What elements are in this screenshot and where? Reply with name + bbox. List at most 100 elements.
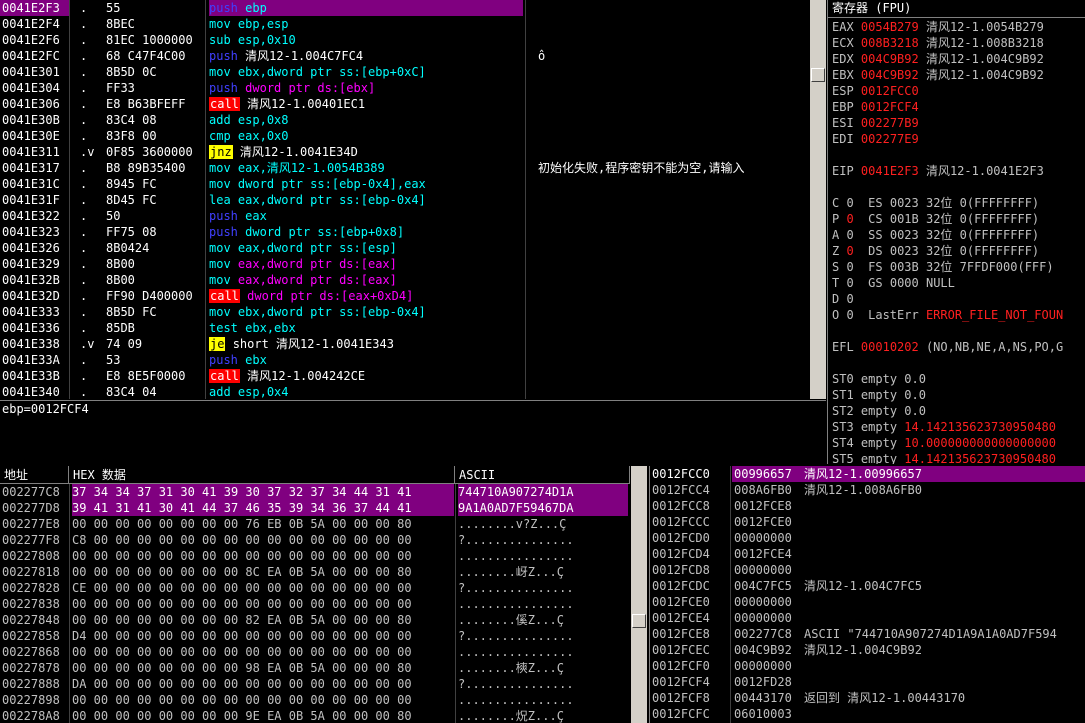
- disasm-row[interactable]: 0041E311 .v 0F85 3600000 jnz 清风12-1.0041E34…: [0, 144, 810, 160]
- dump-ascii[interactable]: ................: [458, 548, 628, 564]
- dump-hex[interactable]: CE 00 00 00 00 00 00 00 00 00 00 00 00 0…: [72, 580, 454, 596]
- stack-row[interactable]: 0012FCE4 00000000: [650, 610, 1085, 626]
- fpu-value[interactable]: 0.0: [904, 372, 926, 386]
- disasm-scrollbar[interactable]: [810, 0, 826, 399]
- dump-ascii[interactable]: ?...............: [458, 628, 628, 644]
- disasm-row[interactable]: 0041E336. 85DB test ebx,ebx: [0, 320, 810, 336]
- dump-hex[interactable]: 37 34 34 37 31 30 41 39 30 37 32 37 34 4…: [72, 484, 454, 500]
- dump-hex[interactable]: D4 00 00 00 00 00 00 00 00 00 00 00 00 0…: [72, 628, 454, 644]
- stack-row[interactable]: 0012FCDC 004C7FC5 清风12-1.004C7FC5: [650, 578, 1085, 594]
- stack-address[interactable]: 0012FCF4: [650, 674, 731, 690]
- disasm-address[interactable]: 0041E33B: [0, 368, 70, 384]
- stack-value[interactable]: 0012FCE4: [732, 546, 804, 562]
- disasm-row[interactable]: 0041E32B. 8B00 mov eax,dword ptr ds:[eax]: [0, 272, 810, 288]
- dump-scrollbar[interactable]: [631, 466, 647, 723]
- dump-address[interactable]: 00227828: [0, 580, 70, 596]
- disasm-address[interactable]: 0041E31C: [0, 176, 70, 192]
- dump-address[interactable]: 002278A8: [0, 708, 70, 723]
- dump-row[interactable]: 002277C8 37 34 34 37 31 30 41 39 30 37 32…: [0, 484, 630, 500]
- disasm-row[interactable]: 0041E306. E8 B63BFEFF call 清风12-1.00401EC1: [0, 96, 810, 112]
- dump-ascii[interactable]: ........炾Z...Ç: [458, 708, 628, 723]
- fpu-value[interactable]: 14.142135623730950480: [904, 452, 1056, 464]
- dump-hex[interactable]: 00 00 00 00 00 00 00 00 00 00 00 00 00 0…: [72, 644, 454, 660]
- dump-hex[interactable]: 00 00 00 00 00 00 00 00 00 00 00 00 00 0…: [72, 596, 454, 612]
- register-value[interactable]: 002277B9: [861, 116, 919, 130]
- dump-row[interactable]: 00227888 DA 00 00 00 00 00 00 00 00 00 00…: [0, 676, 630, 692]
- disasm-address[interactable]: 0041E33A: [0, 352, 70, 368]
- disasm-scroll-thumb[interactable]: [811, 68, 825, 82]
- register-edi[interactable]: EDI 002277E9: [832, 131, 1085, 147]
- register-value[interactable]: 008B3218: [861, 36, 919, 50]
- dump-address[interactable]: 002277E8: [0, 516, 70, 532]
- dump-address[interactable]: 00227878: [0, 660, 70, 676]
- dump-ascii[interactable]: ........岈Z...Ç: [458, 564, 628, 580]
- disasm-address[interactable]: 0041E306: [0, 96, 70, 112]
- dump-row[interactable]: 002278A8 00 00 00 00 00 00 00 00 9E EA 0B…: [0, 708, 630, 723]
- register-value[interactable]: 0012FCF4: [861, 100, 919, 114]
- stack-address[interactable]: 0012FCE8: [650, 626, 731, 642]
- stack-address[interactable]: 0012FCDC: [650, 578, 731, 594]
- disasm-address[interactable]: 0041E326: [0, 240, 70, 256]
- disasm-address[interactable]: 0041E301: [0, 64, 70, 80]
- disasm-row[interactable]: 0041E322. 50 push eax: [0, 208, 810, 224]
- stack-row[interactable]: 0012FCE8 002277C8 ASCII "744710A907274D1A9…: [650, 626, 1085, 642]
- dump-ascii[interactable]: 9A1A0AD7F59467DA: [458, 500, 628, 516]
- stack-row[interactable]: 0012FCEC 004C9B92 清风12-1.004C9B92: [650, 642, 1085, 658]
- dump-row[interactable]: 002277E8 00 00 00 00 00 00 00 00 76 EB 0B…: [0, 516, 630, 532]
- dump-hex[interactable]: DA 00 00 00 00 00 00 00 00 00 00 00 00 0…: [72, 676, 454, 692]
- dump-row[interactable]: 00227878 00 00 00 00 00 00 00 00 98 EA 0B…: [0, 660, 630, 676]
- stack-row[interactable]: 0012FCC8 0012FCE8: [650, 498, 1085, 514]
- flag-row[interactable]: Z 0 DS 0023 32位 0(FFFFFFFF): [832, 243, 1085, 259]
- dump-address[interactable]: 002277C8: [0, 484, 70, 500]
- disasm-row[interactable]: 0041E326. 8B0424 mov eax,dword ptr ss:[esp…: [0, 240, 810, 256]
- dump-hex[interactable]: C8 00 00 00 00 00 00 00 00 00 00 00 00 0…: [72, 532, 454, 548]
- disasm-address[interactable]: 0041E329: [0, 256, 70, 272]
- dump-ascii[interactable]: ................: [458, 596, 628, 612]
- register-ebp[interactable]: EBP 0012FCF4: [832, 99, 1085, 115]
- disasm-row[interactable]: 0041E33B. E8 8E5F0000 call 清风12-1.004242CE: [0, 368, 810, 384]
- stack-row[interactable]: 0012FCCC 0012FCE0: [650, 514, 1085, 530]
- register-value[interactable]: 00010202: [861, 340, 919, 354]
- dump-row[interactable]: 002277F8 C8 00 00 00 00 00 00 00 00 00 00…: [0, 532, 630, 548]
- dump-row[interactable]: 00227858 D4 00 00 00 00 00 00 00 00 00 00…: [0, 628, 630, 644]
- stack-address[interactable]: 0012FCEC: [650, 642, 731, 658]
- dump-address[interactable]: 00227808: [0, 548, 70, 564]
- register-value[interactable]: 004C9B92: [861, 68, 919, 82]
- register-eax[interactable]: EAX 0054B279 清风12-1.0054B279: [832, 19, 1085, 35]
- stack-address[interactable]: 0012FCC0: [650, 466, 731, 482]
- register-value[interactable]: 002277E9: [861, 132, 919, 146]
- dump-ascii[interactable]: ........樉Z...Ç: [458, 660, 628, 676]
- register-edx[interactable]: EDX 004C9B92 清风12-1.004C9B92: [832, 51, 1085, 67]
- flag-value[interactable]: 0: [846, 244, 853, 258]
- stack-address[interactable]: 0012FCE0: [650, 594, 731, 610]
- stack-address[interactable]: 0012FCC4: [650, 482, 731, 498]
- disasm-address[interactable]: 0041E30B: [0, 112, 70, 128]
- disasm-address[interactable]: 0041E2FC: [0, 48, 70, 64]
- fpu-register[interactable]: ST5 empty 14.142135623730950480: [832, 451, 1085, 464]
- disasm-row[interactable]: 0041E31C. 8945 FC mov dword ptr ss:[ebp-0x…: [0, 176, 810, 192]
- dump-ascii[interactable]: ?...............: [458, 532, 628, 548]
- dump-hex[interactable]: 00 00 00 00 00 00 00 00 00 00 00 00 00 0…: [72, 548, 454, 564]
- disasm-address[interactable]: 0041E31F: [0, 192, 70, 208]
- disasm-row[interactable]: 0041E304. FF33 push dword ptr ds:[ebx]: [0, 80, 810, 96]
- stack-row[interactable]: 0012FCD8 00000000: [650, 562, 1085, 578]
- stack-address[interactable]: 0012FCF8: [650, 690, 731, 706]
- flag-row[interactable]: S 0 FS 003B 32位 7FFDF000(FFF): [832, 259, 1085, 275]
- flag-value[interactable]: 0: [846, 276, 853, 290]
- stack-value[interactable]: 0012FCE8: [732, 498, 804, 514]
- dump-hex[interactable]: 00 00 00 00 00 00 00 00 00 00 00 00 00 0…: [72, 692, 454, 708]
- stack-row[interactable]: 0012FCD0 00000000: [650, 530, 1085, 546]
- stack-value[interactable]: 004C9B92: [732, 642, 804, 658]
- register-ecx[interactable]: ECX 008B3218 清风12-1.008B3218: [832, 35, 1085, 51]
- disasm-row[interactable]: 0041E333. 8B5D FC mov ebx,dword ptr ss:[eb…: [0, 304, 810, 320]
- fpu-value[interactable]: 14.142135623730950480: [904, 420, 1056, 434]
- register-value[interactable]: 0012FCC0: [861, 84, 919, 98]
- disasm-address[interactable]: 0041E322: [0, 208, 70, 224]
- stack-row[interactable]: 0012FCE0 00000000: [650, 594, 1085, 610]
- disasm-address[interactable]: 0041E340: [0, 384, 70, 399]
- fpu-register[interactable]: ST0 empty 0.0: [832, 371, 1085, 387]
- flag-row[interactable]: T 0 GS 0000 NULL: [832, 275, 1085, 291]
- stack-address[interactable]: 0012FCE4: [650, 610, 731, 626]
- stack-value[interactable]: 00996657: [732, 466, 804, 482]
- registers-title[interactable]: 寄存器 (FPU): [828, 0, 1085, 18]
